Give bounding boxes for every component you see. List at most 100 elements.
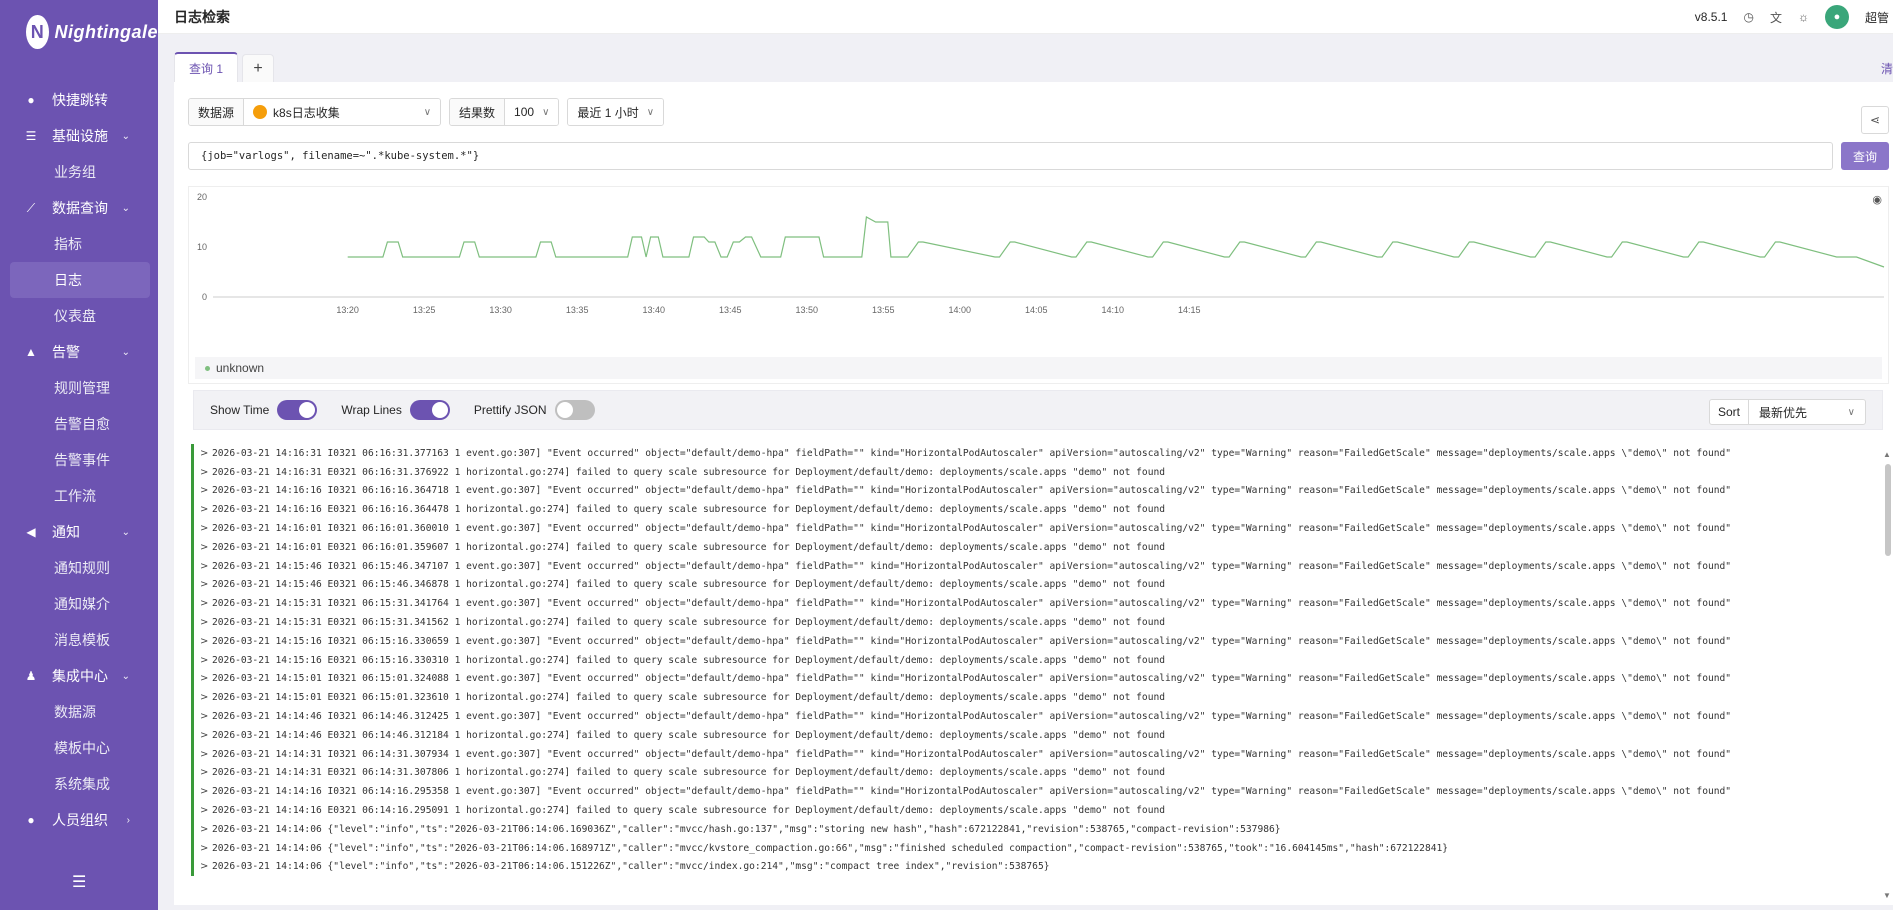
- log-row[interactable]: >2026-03-21 14:14:31 I0321 06:14:31.3079…: [191, 744, 1877, 764]
- clear-link[interactable]: 清: [1881, 60, 1893, 77]
- expand-arrow-icon[interactable]: >: [200, 598, 212, 609]
- scroll-up-icon[interactable]: ▲: [1883, 450, 1891, 459]
- sidebar-item-13[interactable]: 通知规则: [0, 550, 158, 586]
- expand-arrow-icon[interactable]: >: [200, 467, 212, 478]
- datasource-label: 数据源: [189, 99, 245, 125]
- expand-arrow-icon[interactable]: >: [200, 655, 212, 666]
- sidebar-item-9[interactable]: 告警自愈: [0, 406, 158, 442]
- log-histogram-chart: ◉ 0 10 20 13:20 13:25 13:30 13:35 13:40 13:45 13:…: [188, 186, 1889, 384]
- log-row[interactable]: >2026-03-21 14:16:31 I0321 06:16:31.3771…: [191, 444, 1877, 463]
- query-button[interactable]: 查询: [1841, 142, 1889, 170]
- avatar[interactable]: ●: [1824, 5, 1849, 29]
- log-row[interactable]: >2026-03-21 14:16:01 I0321 06:16:01.3600…: [191, 519, 1877, 538]
- log-row[interactable]: >2026-03-21 14:15:16 I0321 06:15:16.3306…: [191, 631, 1877, 651]
- expand-arrow-icon[interactable]: >: [200, 749, 212, 760]
- log-row[interactable]: >2026-03-21 14:15:31 E0321 06:15:31.3415…: [191, 613, 1877, 632]
- legend-color-dot: [205, 365, 210, 371]
- log-row[interactable]: >2026-03-21 14:15:16 E0321 06:15:16.3303…: [191, 650, 1877, 670]
- expand-arrow-icon[interactable]: >: [200, 673, 212, 684]
- sidebar-item-8[interactable]: 规则管理: [0, 370, 158, 406]
- expand-arrow-icon[interactable]: >: [200, 448, 212, 459]
- sidebar-item-19[interactable]: 系统集成: [0, 766, 158, 802]
- log-row[interactable]: >2026-03-21 14:16:16 E0321 06:16:16.3644…: [191, 500, 1877, 520]
- log-row[interactable]: >2026-03-21 14:15:46 E0321 06:15:46.3468…: [191, 575, 1877, 595]
- expand-arrow-icon[interactable]: >: [200, 579, 212, 590]
- language-icon[interactable]: 文: [1770, 9, 1782, 26]
- tab-query-1[interactable]: 查询 1: [174, 52, 239, 82]
- time-range-picker[interactable]: 最近 1 小时 ∨: [567, 98, 665, 126]
- sidebar-item-7[interactable]: ▲ 告警 ⌄: [0, 334, 158, 370]
- expand-arrow-icon[interactable]: >: [200, 786, 212, 797]
- sidebar-item-16[interactable]: ♟ 集成中心 ⌄: [0, 658, 158, 694]
- log-row[interactable]: >2026-03-21 14:14:06 {"level":"info","ts…: [191, 838, 1877, 858]
- log-row[interactable]: >2026-03-21 14:15:31 I0321 06:15:31.3417…: [191, 594, 1877, 614]
- scroll-thumb[interactable]: [1885, 464, 1891, 556]
- sidebar-item-11[interactable]: 工作流: [0, 478, 158, 514]
- sidebar-item-5[interactable]: 日志: [10, 262, 150, 298]
- log-row[interactable]: >2026-03-21 14:14:31 E0321 06:14:31.3078…: [191, 763, 1877, 783]
- expand-arrow-icon[interactable]: >: [200, 485, 212, 496]
- log-row[interactable]: >2026-03-21 14:16:01 E0321 06:16:01.3596…: [191, 537, 1877, 557]
- show-time-switch[interactable]: [277, 400, 318, 420]
- sidebar-item-12[interactable]: ◀ 通知 ⌄: [0, 514, 158, 550]
- theme-sun-icon[interactable]: ☼: [1798, 10, 1809, 24]
- share-button[interactable]: ⋖: [1861, 106, 1889, 134]
- sidebar-item-20[interactable]: ● 人员组织 ›: [0, 802, 158, 838]
- query-input[interactable]: {job="varlogs", filename=~".*kube-system…: [188, 142, 1833, 170]
- wrap-lines-switch[interactable]: [409, 400, 450, 420]
- sidebar-item-10[interactable]: 告警事件: [0, 442, 158, 478]
- log-row[interactable]: >2026-03-21 14:14:16 E0321 06:14:16.2950…: [191, 801, 1877, 820]
- expand-arrow-icon[interactable]: >: [200, 767, 212, 778]
- log-row[interactable]: >2026-03-21 14:16:31 E0321 06:16:31.3769…: [191, 462, 1877, 482]
- expand-arrow-icon[interactable]: >: [200, 861, 212, 872]
- sidebar-item-18[interactable]: 模板中心: [0, 730, 158, 766]
- sidebar-item-6[interactable]: 仪表盘: [0, 298, 158, 334]
- legend-series-label[interactable]: unknown: [216, 361, 264, 375]
- log-row[interactable]: >2026-03-21 14:14:06 {"level":"info","ts…: [191, 857, 1877, 877]
- log-line-text: 2026-03-21 14:14:46 E0321 06:14:46.31218…: [212, 729, 1166, 741]
- log-scrollbar[interactable]: ▲ ▼: [1883, 450, 1893, 900]
- log-row[interactable]: >2026-03-21 14:14:06 {"level":"info","ts…: [191, 819, 1877, 839]
- expand-arrow-icon[interactable]: >: [200, 561, 212, 572]
- expand-arrow-icon[interactable]: >: [200, 692, 212, 703]
- sidebar-item-0[interactable]: ● 快捷跳转: [0, 82, 158, 118]
- expand-arrow-icon[interactable]: >: [200, 542, 212, 553]
- sidebar-item-17[interactable]: 数据源: [0, 694, 158, 730]
- sidebar-item-4[interactable]: 指标: [0, 226, 158, 262]
- log-row[interactable]: >2026-03-21 14:16:16 I0321 06:16:16.3647…: [191, 481, 1877, 501]
- x-tick-label: 13:50: [795, 305, 818, 315]
- logo[interactable]: N Nightingale: [0, 0, 158, 64]
- log-row[interactable]: >2026-03-21 14:14:46 E0321 06:14:46.3121…: [191, 725, 1877, 745]
- history-icon[interactable]: ◷: [1743, 10, 1753, 24]
- expand-arrow-icon[interactable]: >: [200, 504, 212, 515]
- eye-icon[interactable]: ◉: [1872, 193, 1882, 206]
- log-row[interactable]: >2026-03-21 14:15:46 I0321 06:15:46.3471…: [191, 556, 1877, 576]
- sidebar-item-3[interactable]: ⟋ 数据查询 ⌄: [0, 190, 158, 226]
- expand-arrow-icon[interactable]: >: [200, 730, 212, 741]
- add-tab-button[interactable]: +: [242, 54, 275, 82]
- datasource-select[interactable]: 数据源 k8s日志收集 ∨: [188, 98, 442, 126]
- log-row[interactable]: >2026-03-21 14:15:01 I0321 06:15:01.3240…: [191, 669, 1877, 689]
- sidebar-item-14[interactable]: 通知媒介: [0, 586, 158, 622]
- sidebar-item-1[interactable]: ☰ 基础设施 ⌄: [0, 118, 158, 154]
- log-row[interactable]: >2026-03-21 14:15:01 E0321 06:15:01.3236…: [191, 688, 1877, 708]
- expand-arrow-icon[interactable]: >: [200, 805, 212, 816]
- sidebar-item-15[interactable]: 消息模板: [0, 622, 158, 658]
- expand-arrow-icon[interactable]: >: [200, 711, 212, 722]
- scroll-down-icon[interactable]: ▼: [1883, 891, 1891, 900]
- sort-select[interactable]: Sort 最新优先 ∨: [1708, 399, 1866, 425]
- log-row[interactable]: >2026-03-21 14:14:16 I0321 06:14:16.2953…: [191, 782, 1877, 802]
- expand-arrow-icon[interactable]: >: [200, 523, 212, 534]
- prettify-json-switch[interactable]: [554, 400, 595, 420]
- expand-arrow-icon[interactable]: >: [200, 824, 212, 835]
- sort-label: Sort: [1710, 400, 1749, 424]
- collapse-sidebar-icon[interactable]: ☰: [72, 872, 86, 892]
- limit-select[interactable]: 结果数 100 ∨: [449, 98, 560, 126]
- sidebar-item-2[interactable]: 业务组: [0, 154, 158, 190]
- expand-arrow-icon[interactable]: >: [200, 617, 212, 628]
- log-line-text: 2026-03-21 14:16:16 I0321 06:16:16.36471…: [212, 485, 1732, 497]
- expand-arrow-icon[interactable]: >: [200, 843, 212, 854]
- expand-arrow-icon[interactable]: >: [200, 636, 212, 647]
- username[interactable]: 超管: [1865, 9, 1889, 26]
- log-row[interactable]: >2026-03-21 14:14:46 I0321 06:14:46.3124…: [191, 707, 1877, 726]
